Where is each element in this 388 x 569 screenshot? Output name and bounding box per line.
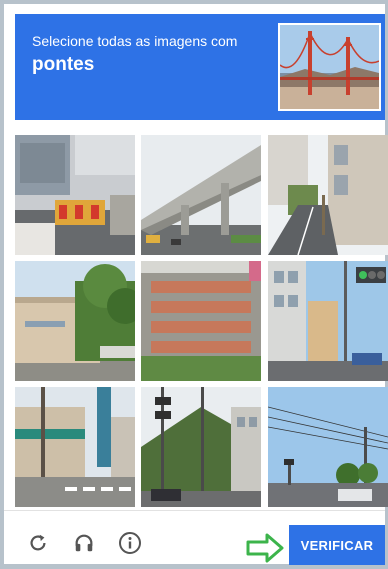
verify-button[interactable]: VERIFICAR [289, 525, 385, 565]
green-arrow-icon [245, 532, 285, 564]
audio-challenge-button[interactable] [72, 531, 96, 555]
captcha-widget: Selecione todas as imagens com pontes VE… [4, 4, 388, 565]
crosswalk-stairs-photo-icon [141, 261, 261, 381]
info-icon [119, 532, 141, 554]
elevated-highway-photo-icon [141, 135, 261, 255]
sky-power-lines-photo-icon [268, 387, 388, 507]
golden-gate-bridge-icon [280, 25, 379, 109]
challenge-instruction: Selecione todas as imagens com [32, 33, 238, 49]
traffic-light-hill-photo-icon [141, 387, 261, 507]
grid-tile-7[interactable] [15, 387, 135, 507]
info-button[interactable] [118, 531, 142, 555]
grid-tile-4[interactable] [15, 261, 135, 381]
grid-tile-8[interactable] [141, 387, 261, 507]
grid-tile-9[interactable] [268, 387, 388, 507]
captcha-footer: VERIFICAR [4, 510, 385, 565]
street-buildings-photo-icon [268, 135, 388, 255]
shop-street-photo-icon [15, 387, 135, 507]
grid-tile-2[interactable] [141, 135, 261, 255]
sample-image [278, 23, 381, 111]
street-traffic-light-photo-icon [268, 261, 388, 381]
street-construction-photo-icon [15, 135, 135, 255]
image-grid [15, 135, 388, 507]
grid-tile-1[interactable] [15, 135, 135, 255]
grid-tile-3[interactable] [268, 135, 388, 255]
warehouse-photo-icon [15, 261, 135, 381]
reload-button[interactable] [26, 531, 50, 555]
grid-tile-5[interactable] [141, 261, 261, 381]
reload-icon [30, 534, 46, 551]
challenge-header: Selecione todas as imagens com pontes [15, 14, 385, 120]
headphones-icon [75, 534, 93, 552]
grid-tile-6[interactable] [268, 261, 388, 381]
